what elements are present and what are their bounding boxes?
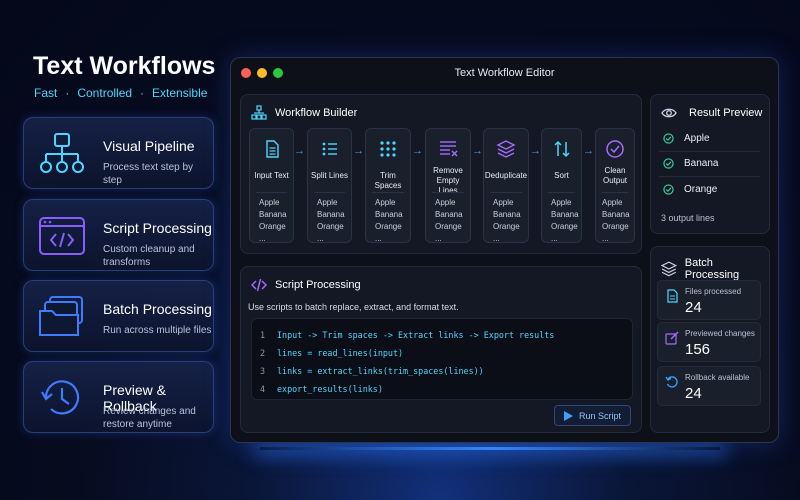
history-icon: [41, 380, 80, 415]
hero-tags: Fast · Controlled · Extensible: [34, 86, 208, 100]
step-label: Split Lines: [311, 171, 348, 180]
feature-card-preview-rollback[interactable]: Preview & Rollback Review changes and re…: [23, 361, 214, 433]
run-script-button[interactable]: Run Script: [554, 405, 631, 426]
step-items: Apple Banana Orange ...: [602, 198, 630, 243]
step-trim-spaces[interactable]: Trim Spaces Apple Banana Orange ...: [365, 128, 411, 243]
flow-arrow-icon: →: [294, 145, 305, 157]
result-preview-header: Result Preview: [661, 105, 762, 121]
result-row: Orange: [659, 177, 760, 202]
undo-icon: [665, 376, 678, 388]
eye-icon: [661, 108, 677, 118]
code-editor[interactable]: 1 Input -> Trim spaces -> Extract links -…: [251, 318, 633, 400]
code-icon: [251, 278, 267, 292]
feature-card-visual-pipeline[interactable]: Visual Pipeline Process text step by ste…: [23, 117, 214, 189]
feature-card-batch-processing[interactable]: Batch Processing Run across multiple fil…: [23, 280, 214, 352]
feature-title: Script Processing: [103, 220, 212, 236]
code-line: 2 lines = read_lines(input): [260, 348, 404, 358]
script-processing-header: Script Processing: [251, 277, 361, 293]
check-circle-icon: [606, 140, 624, 158]
result-row: Apple: [659, 126, 760, 151]
document-icon: [265, 140, 279, 158]
dots-grid-icon: [380, 141, 396, 157]
feature-title: Batch Processing: [103, 301, 212, 317]
code-line: 4 export_results(links): [260, 384, 383, 394]
check-circle-icon: [663, 184, 674, 195]
step-remove-empty-lines[interactable]: Remove Empty Lines Apple Banana Orange .…: [425, 128, 471, 243]
batch-processing-title: Batch Processing: [684, 257, 740, 281]
workflow-builder-title: Workflow Builder: [275, 107, 358, 119]
code-window-icon: [39, 217, 85, 255]
stat-rollback-available: Rollback available 24: [657, 366, 761, 406]
check-circle-icon: [663, 158, 674, 169]
flow-arrow-icon: →: [353, 145, 364, 157]
bottom-glow: [260, 447, 720, 450]
code-line: 3 links = extract_links(trim_spaces(lines…: [260, 366, 484, 376]
code-line: 1 Input -> Trim spaces -> Extract links -…: [260, 330, 555, 340]
step-label: Clean Output: [602, 166, 627, 185]
feature-title: Visual Pipeline: [103, 138, 195, 154]
step-clean-output[interactable]: Clean Output Apple Banana Orange ...: [595, 128, 635, 243]
step-deduplicate[interactable]: Deduplicate Apple Banana Orange ...: [483, 128, 529, 243]
list-icon: [322, 142, 337, 156]
script-processing-title: Script Processing: [275, 279, 361, 291]
step-items: Apple Banana Orange ...: [259, 198, 287, 243]
step-label: Sort: [554, 171, 569, 180]
flow-arrow-icon: →: [412, 145, 423, 157]
layers-icon: [496, 140, 516, 158]
play-icon: [563, 410, 573, 421]
step-label: Trim Spaces: [374, 171, 402, 190]
step-label: Deduplicate: [484, 171, 528, 180]
layers-icon: [661, 261, 677, 277]
window-title: Text Workflow Editor: [454, 67, 555, 79]
batch-processing-header: Batch Processing: [661, 257, 769, 281]
hero-title: Text Workflows: [33, 52, 216, 80]
tag-extensible: Extensible: [152, 86, 208, 100]
script-description: Use scripts to batch replace, extract, a…: [248, 302, 459, 312]
step-items: Apple Banana Orange ...: [435, 198, 463, 243]
tag-fast: Fast: [34, 86, 58, 100]
run-script-label: Run Script: [578, 410, 622, 421]
folders-icon: [39, 296, 83, 336]
step-sort[interactable]: Sort Apple Banana Orange ...: [541, 128, 582, 243]
check-circle-icon: [663, 133, 674, 144]
step-items: Apple Banana Orange ...: [317, 198, 345, 243]
result-preview-title: Result Preview: [689, 107, 763, 119]
step-split-lines[interactable]: Split Lines Apple Banana Orange ...: [307, 128, 352, 243]
stat-previewed-changes: Previewed changes 156: [657, 322, 761, 362]
output-count: 3 output lines: [661, 213, 715, 223]
flow-arrow-icon: →: [530, 145, 541, 157]
feature-desc: Review changes and restore anytime: [103, 406, 196, 430]
feature-desc: Process text step by step: [103, 162, 194, 186]
workflow-icon: [251, 105, 267, 120]
result-row: Banana: [659, 151, 760, 176]
tag-controlled: Controlled: [77, 86, 133, 100]
step-items: Apple Banana Orange ...: [375, 198, 403, 243]
sort-arrows-icon: [553, 140, 570, 158]
lines-remove-icon: [440, 141, 458, 157]
title-bar: Text Workflow Editor: [231, 58, 778, 88]
feature-desc: Run across multiple files: [103, 325, 212, 336]
step-label: Input Text: [254, 171, 289, 180]
step-items: Apple Banana Orange ...: [551, 198, 579, 243]
step-input-text[interactable]: Input Text Apple Banana Orange ...: [249, 128, 294, 243]
flow-arrow-icon: →: [472, 145, 483, 157]
file-icon: [667, 289, 678, 303]
hierarchy-icon: [40, 133, 84, 173]
edit-icon: [665, 331, 679, 345]
flow-arrow-icon: →: [583, 145, 594, 157]
feature-desc: Custom cleanup and transforms: [103, 244, 195, 268]
step-items: Apple Banana Orange ...: [493, 198, 521, 243]
feature-card-script-processing[interactable]: Script Processing Custom cleanup and tra…: [23, 199, 214, 271]
stat-files-processed: Files processed 24: [657, 280, 761, 320]
workflow-builder-header: Workflow Builder: [251, 105, 357, 121]
